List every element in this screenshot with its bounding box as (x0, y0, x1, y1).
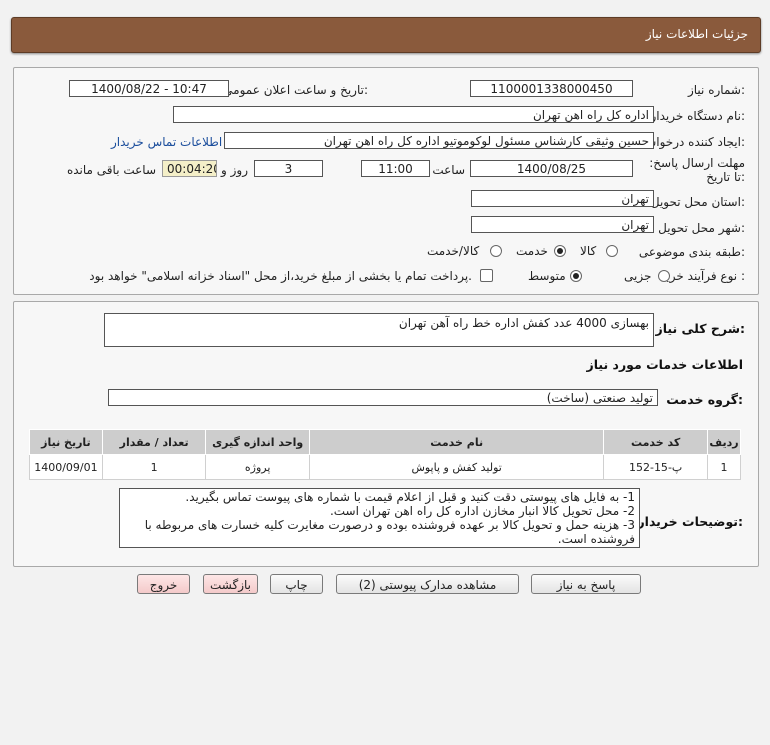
process-radio-medium[interactable] (570, 270, 582, 282)
cell-service-code: پ-15-152 (603, 454, 708, 480)
category-label-goods-service: کالا/خدمت (427, 244, 480, 258)
services-table: تاریخ نیاز تعداد / مقدار واحد اندازه گیر… (29, 429, 742, 480)
view-attachments-button[interactable]: مشاهده مدارک پیوستی (2) (336, 574, 519, 594)
buyer-notes-label: توضیحات خریدار: (637, 514, 743, 529)
col-unit: واحد اندازه گیری (205, 429, 310, 455)
need-desc-label: شرح کلی نیاز: (655, 321, 746, 336)
remaining-time-field: 00:04:20 (162, 160, 217, 177)
col-service-code: کد خدمت (603, 429, 708, 455)
need-number-field: 1100001338000450 (470, 80, 633, 97)
col-service-name: نام خدمت (308, 429, 605, 455)
col-date: تاریخ نیاز (29, 429, 103, 455)
treasury-payment-checkbox[interactable] (480, 269, 493, 282)
process-type-label: نوع فرآیند خرید : (660, 269, 745, 283)
buyer-org-label: نام دستگاه خریدار: (650, 109, 746, 123)
announce-datetime-field: 1400/08/22 - 10:47 (69, 80, 229, 97)
category-radio-goods-service[interactable] (490, 245, 502, 257)
page-header: جزئیات اطلاعات نیاز (11, 17, 761, 53)
cell-date: 1400/09/01 (29, 454, 103, 480)
deadline-time-label: ساعت (432, 163, 465, 177)
page-title: جزئیات اطلاعات نیاز (645, 27, 748, 41)
days-field: 3 (254, 160, 323, 177)
col-row: ردیف (706, 429, 742, 455)
treasury-payment-note: پرداخت تمام یا بخشی از مبلغ خرید،از محل … (89, 269, 472, 283)
cell-unit: پروژه (205, 454, 310, 480)
service-group-label: گروه خدمت: (666, 392, 743, 407)
city-label: شهر محل تحویل: (658, 221, 745, 235)
buyer-notes-box: 1- به فایل های پیوستی دقت کنید و قبل از … (119, 488, 640, 548)
table-header-row: تاریخ نیاز تعداد / مقدار واحد اندازه گیر… (29, 429, 742, 455)
process-radio-partial[interactable] (658, 270, 670, 282)
buyer-contact-link[interactable]: اطلاعات تماس خریدار (111, 135, 222, 149)
category-radio-service[interactable] (554, 245, 566, 257)
cell-row: 1 (706, 454, 742, 480)
need-desc-field: بهسازی 4000 عدد کفش اداره خط راه آهن تهر… (104, 313, 654, 347)
days-label: روز و (221, 163, 248, 177)
province-field: تهران (471, 190, 654, 207)
announce-datetime-label: تاریخ و ساعت اعلان عمومی: (223, 83, 368, 97)
deadline-label: مهلت ارسال پاسخ: تا تاریخ: (649, 156, 745, 184)
category-label-goods: کالا (580, 244, 597, 258)
col-qty: تعداد / مقدار (101, 429, 207, 455)
back-button[interactable]: بازگشت (203, 574, 258, 594)
service-group-field: تولید صنعتی (ساخت) (108, 389, 658, 406)
services-info-heading: اطلاعات خدمات مورد نیاز (586, 357, 744, 372)
exit-button[interactable]: خروج (137, 574, 190, 594)
remaining-label: ساعت باقی مانده (66, 163, 156, 177)
category-label-service: خدمت (516, 244, 548, 258)
category-label: طبقه بندی موضوعی: (638, 245, 745, 259)
note-line-3: 3- هزینه حمل و تحویل کالا بر عهده فروشند… (144, 518, 635, 546)
table-row: 1400/09/01 1 پروژه تولید کفش و پاپوش پ-1… (29, 454, 742, 480)
city-field: تهران (471, 216, 654, 233)
print-button[interactable]: چاپ (270, 574, 323, 594)
process-label-medium: متوسط (528, 269, 566, 283)
category-radio-goods[interactable] (606, 245, 618, 257)
cell-service-name: تولید کفش و پاپوش (308, 454, 605, 480)
province-label: استان محل تحویل: (650, 195, 745, 209)
requester-field: حسین وثیقی کارشناس مسئول لوکوموتیو اداره… (224, 132, 654, 149)
need-number-label: شماره نیاز: (687, 83, 745, 97)
process-label-partial: جزیی (624, 269, 652, 283)
note-line-2: 2- محل تحویل کالا انبار مخازن اداره کل ر… (329, 504, 635, 518)
deadline-time-field: 11:00 (361, 160, 430, 177)
reply-button[interactable]: پاسخ به نیاز (531, 574, 641, 594)
buyer-org-field: اداره کل راه اهن تهران (173, 106, 654, 123)
note-line-1: 1- به فایل های پیوستی دقت کنید و قبل از … (185, 490, 635, 504)
cell-qty: 1 (101, 454, 207, 480)
deadline-date-field: 1400/08/25 (470, 160, 633, 177)
